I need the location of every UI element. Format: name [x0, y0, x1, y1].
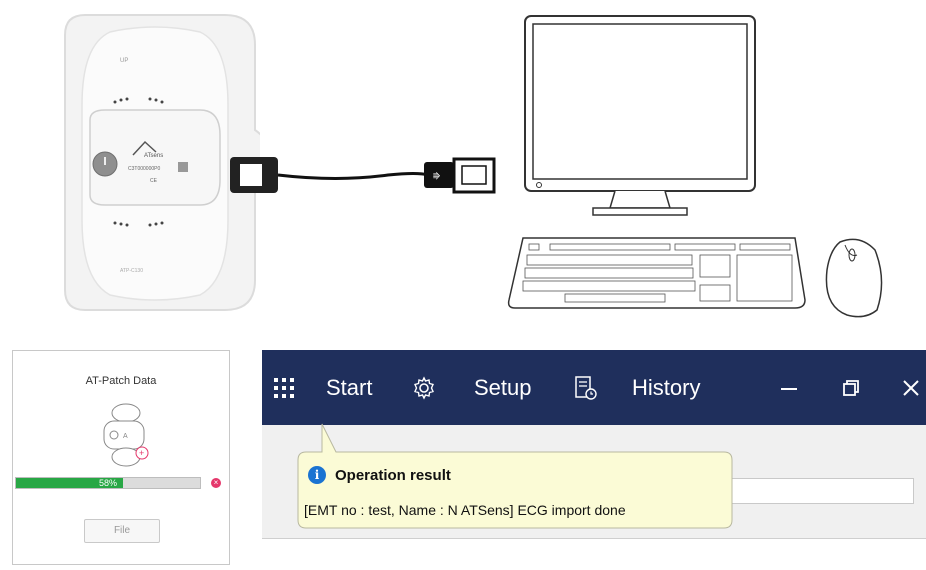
- info-icon: i: [308, 466, 326, 484]
- svg-text:ATsens: ATsens: [144, 153, 163, 159]
- cancel-import-button[interactable]: ×: [211, 478, 221, 488]
- close-icon: [903, 379, 919, 396]
- operation-result-tooltip: i Operation result [EMT no : test, Name …: [296, 423, 734, 530]
- file-button[interactable]: File: [84, 519, 160, 543]
- restore-button[interactable]: [834, 350, 868, 425]
- import-progress-bar: 58%: [15, 477, 201, 489]
- history-icon[interactable]: [574, 350, 598, 425]
- svg-text:UP: UP: [120, 58, 128, 64]
- computer-image: [505, 10, 925, 325]
- setup-menu-item[interactable]: Setup: [474, 350, 532, 425]
- patch-data-panel: AT-Patch Data A + 58% × File: [12, 350, 230, 565]
- svg-text:+: +: [139, 448, 144, 458]
- desktop-computer-illustration: [507, 15, 883, 318]
- patch-device-icon: A +: [103, 403, 149, 467]
- history-menu-item[interactable]: History: [632, 350, 700, 425]
- svg-text:A: A: [123, 433, 128, 440]
- svg-text:CE: CE: [150, 178, 158, 184]
- tooltip-title: Operation result: [335, 466, 451, 484]
- setup-label: Setup: [474, 374, 532, 400]
- tooltip-message: [EMT no : test, Name : N ATSens] ECG imp…: [304, 502, 626, 518]
- patch-panel-title: AT-Patch Data: [85, 375, 157, 387]
- gear-icon[interactable]: [412, 350, 436, 425]
- svg-text:⭆: ⭆: [433, 172, 440, 181]
- start-label: Start: [326, 374, 373, 400]
- minimize-button[interactable]: [772, 350, 806, 425]
- usb-cable-illustration: ⭆: [230, 157, 496, 194]
- svg-text:C3T000000P0: C3T000000P0: [128, 166, 160, 172]
- apps-grid-icon[interactable]: [274, 350, 294, 425]
- start-menu-item[interactable]: Start: [326, 350, 372, 425]
- tooltip-header: i Operation result: [308, 466, 451, 484]
- usb-cable-image: ⭆: [228, 150, 503, 200]
- minimize-icon: [781, 387, 797, 390]
- app-title-bar: Start Setup History: [262, 350, 926, 425]
- restore-icon: [843, 379, 859, 396]
- svg-text:ATP-C130: ATP-C130: [120, 268, 143, 274]
- history-label: History: [632, 374, 701, 400]
- close-button[interactable]: [894, 350, 926, 425]
- progress-label: 58%: [98, 478, 117, 488]
